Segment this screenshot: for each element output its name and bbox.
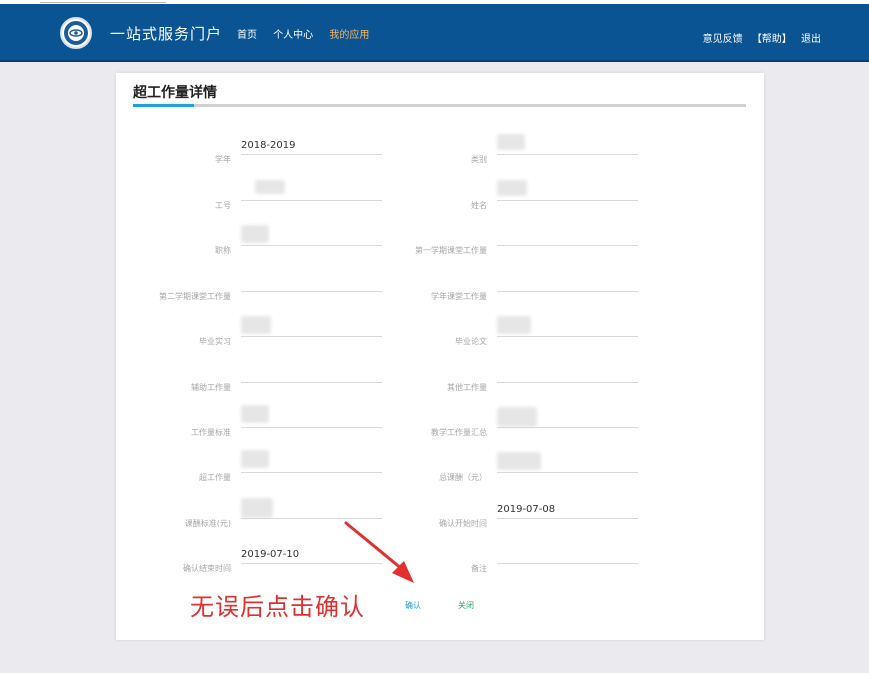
field-label: 毕业论文 (455, 337, 487, 346)
close-button[interactable]: 关闭 (458, 600, 474, 611)
title-accent (133, 104, 194, 107)
field-label: 确认开始时间 (439, 519, 487, 528)
field-label: 类别 (471, 155, 487, 164)
nav-home[interactable]: 首页 (237, 30, 257, 41)
detail-card: 超工作量详情 学年 2018-2019 工号 职称 第二学期课堂工作量 毕业实习… (116, 73, 764, 640)
header-links: 意见反馈 【帮助】 退出 (697, 30, 821, 45)
field-label: 课酬标准(元) (184, 519, 231, 528)
redacted-value (255, 180, 285, 194)
field-label: 备注 (471, 564, 487, 573)
card-title: 超工作量详情 (133, 85, 217, 101)
redacted-value (497, 452, 541, 470)
top-strip-mark (40, 0, 166, 3)
field-label: 超工作量 (199, 473, 231, 482)
redacted-value (241, 225, 269, 243)
confirm-button[interactable]: 确认 (405, 600, 421, 611)
redacted-value (497, 316, 531, 334)
redacted-value (241, 316, 271, 334)
field-label: 其他工作量 (447, 383, 487, 392)
header-bar: 一站式服务门户 首页 个人中心 我的应用 意见反馈 【帮助】 退出 (0, 4, 869, 62)
field-value[interactable]: 2019-07-10 (241, 549, 299, 560)
field-label: 总课酬（元） (439, 473, 487, 482)
field-label: 第二学期课堂工作量 (159, 292, 231, 301)
field-label: 学年课堂工作量 (431, 292, 487, 301)
logo-emblem-icon (64, 21, 88, 45)
redacted-value (241, 450, 269, 468)
annotation-text: 无误后点击确认 (190, 593, 365, 621)
field-value[interactable]: 2019-07-08 (497, 504, 555, 515)
redacted-value (497, 407, 537, 427)
title-divider (133, 104, 746, 107)
field-label: 姓名 (471, 201, 487, 210)
field-label: 辅助工作量 (191, 383, 231, 392)
feedback-link[interactable]: 意见反馈 (703, 34, 743, 45)
red-arrow-icon (344, 521, 414, 583)
help-link[interactable]: 【帮助】 (752, 34, 792, 45)
redacted-value (241, 405, 269, 423)
field-label: 学年 (215, 155, 231, 164)
field-label: 职称 (215, 246, 231, 255)
main-nav: 首页 个人中心 我的应用 (237, 26, 382, 41)
nav-my-apps[interactable]: 我的应用 (329, 30, 369, 41)
field-label: 毕业实习 (199, 337, 231, 346)
field-label: 工号 (215, 201, 231, 210)
university-logo-icon (60, 17, 92, 49)
field-value[interactable]: 2018-2019 (241, 140, 296, 151)
field-label: 第一学期课堂工作量 (415, 246, 487, 255)
redacted-value (497, 134, 525, 150)
site-title[interactable]: 一站式服务门户 (110, 23, 222, 44)
redacted-value (241, 498, 273, 518)
nav-personal-center[interactable]: 个人中心 (273, 30, 313, 41)
logout-link[interactable]: 退出 (801, 34, 821, 45)
redacted-value (497, 180, 527, 196)
field-label: 教学工作量汇总 (431, 428, 487, 437)
field-label: 确认结束时间 (183, 564, 231, 573)
field-label: 工作量标准 (191, 428, 231, 437)
